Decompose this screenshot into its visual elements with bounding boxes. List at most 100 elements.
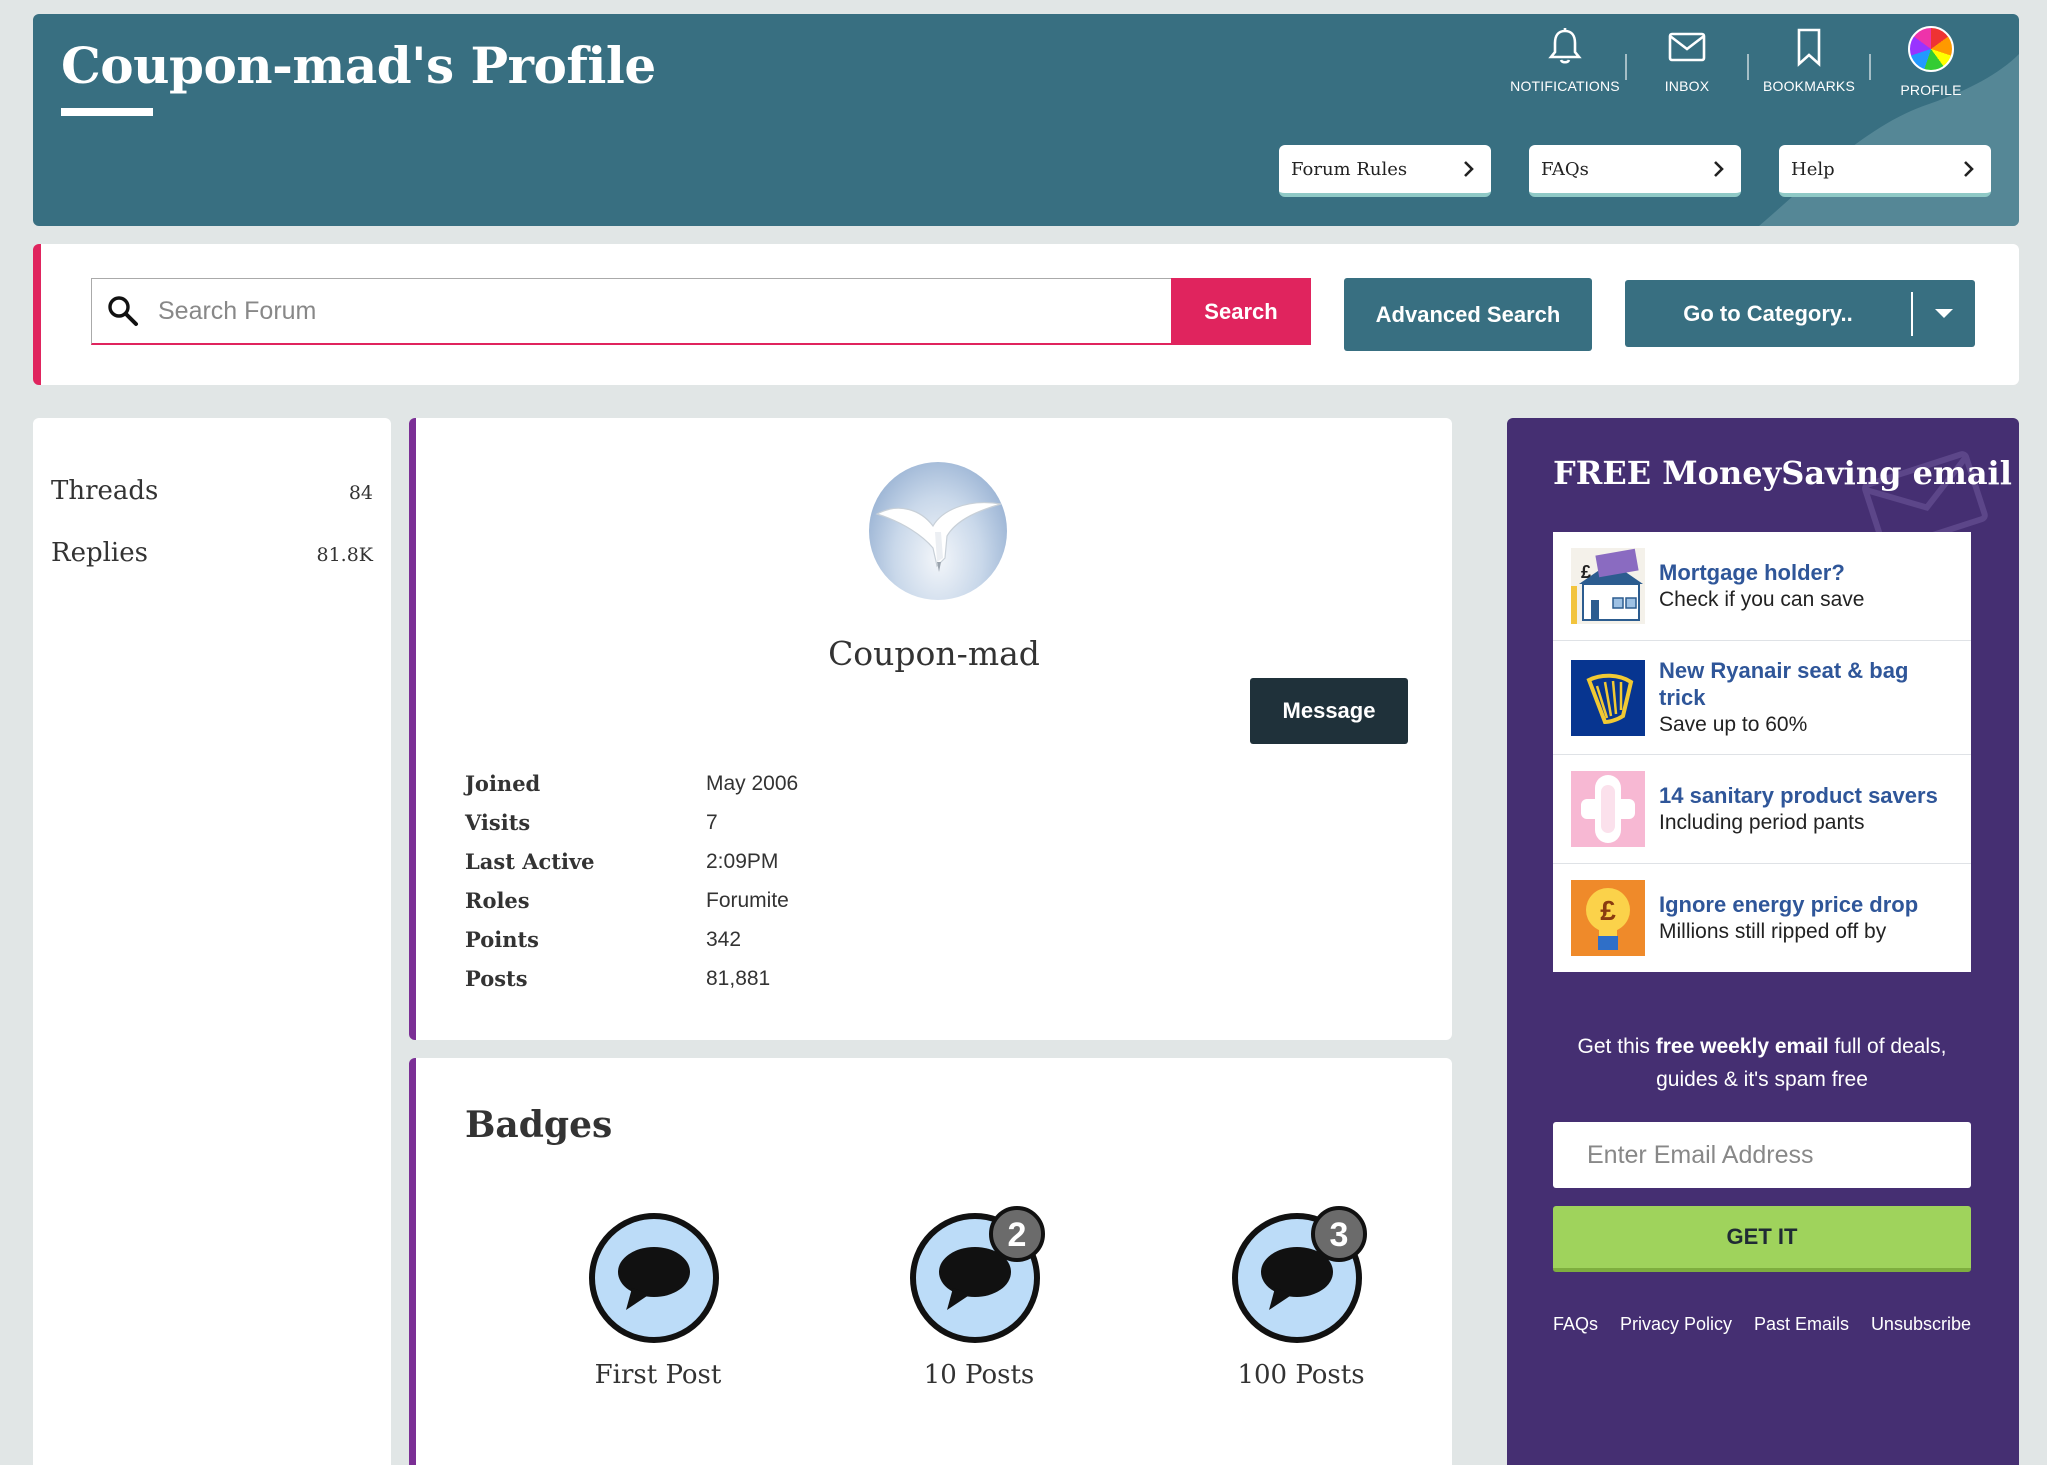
newsletter-list: £ Mortgage holder? Check if you can save… xyxy=(1553,532,1971,972)
info-row-roles: Roles Forumite xyxy=(465,881,798,920)
speech-bubble-badge-icon: 2 xyxy=(910,1206,1045,1343)
info-key: Last Active xyxy=(465,849,595,874)
message-button[interactable]: Message xyxy=(1250,678,1408,744)
newsletter-item-headline: 14 sanitary product savers xyxy=(1659,783,1938,808)
avatar xyxy=(1908,26,1954,72)
newsletter-item[interactable]: £ Mortgage holder? Check if you can save xyxy=(1553,532,1971,641)
newsletter-item-headline: Mortgage holder? xyxy=(1659,560,1845,585)
chevron-right-icon xyxy=(1464,161,1474,177)
stat-replies[interactable]: Replies 81.8K xyxy=(51,538,373,568)
newsletter-pitch: Get this free weekly email full of deals… xyxy=(1553,1030,1971,1096)
newsletter-title: FREE MoneySaving email xyxy=(1553,454,2012,492)
stat-value: 84 xyxy=(348,482,373,504)
nav-label: BOOKMARKS xyxy=(1762,78,1856,94)
user-stats-panel: Threads 84 Replies 81.8K xyxy=(33,418,391,1465)
quick-links: Forum Rules FAQs Help xyxy=(1279,145,1991,197)
envelope-icon xyxy=(1668,32,1706,62)
badge-100-posts[interactable]: 3 100 Posts xyxy=(1181,1206,1421,1390)
bell-icon xyxy=(1548,28,1582,64)
house-money-icon: £ xyxy=(1571,548,1645,624)
username: Coupon-mad xyxy=(828,634,1040,673)
badge-10-posts[interactable]: 2 10 Posts xyxy=(859,1206,1099,1390)
nav-label: PROFILE xyxy=(1900,82,1962,98)
nav-bookmarks[interactable]: BOOKMARKS xyxy=(1749,26,1869,94)
chevron-right-icon xyxy=(1964,161,1974,177)
info-value: 81,881 xyxy=(706,966,771,990)
footer-link-past-emails[interactable]: Past Emails xyxy=(1754,1314,1849,1335)
nav-label: INBOX xyxy=(1664,78,1710,94)
sanitary-pad-icon xyxy=(1571,771,1645,847)
quick-link-label: Help xyxy=(1791,158,1835,180)
info-key: Joined xyxy=(465,771,541,796)
caret-down-icon xyxy=(1913,308,1975,320)
category-label: Go to Category.. xyxy=(1683,300,1853,326)
nav-label: NOTIFICATIONS xyxy=(1510,78,1620,94)
info-value: May 2006 xyxy=(706,771,799,795)
search-panel: Search Advanced Search Go to Category.. xyxy=(33,244,2019,385)
page-title: Coupon-mad's Profile xyxy=(61,36,656,95)
info-key: Posts xyxy=(465,966,528,991)
email-field[interactable] xyxy=(1553,1122,1971,1188)
svg-text:£: £ xyxy=(1600,895,1616,926)
nav-inbox[interactable]: INBOX xyxy=(1627,26,1747,94)
user-avatar xyxy=(869,462,1007,600)
bookmark-icon xyxy=(1797,28,1821,67)
info-key: Visits xyxy=(465,810,531,835)
badges-title: Badges xyxy=(465,1104,613,1146)
quick-link-label: Forum Rules xyxy=(1291,158,1408,180)
newsletter-panel: FREE MoneySaving email £ Mortgage holder… xyxy=(1507,418,2019,1465)
search-input[interactable] xyxy=(158,296,1058,326)
badge-count: 3 xyxy=(1330,1216,1349,1254)
stat-value: 81.8K xyxy=(316,544,374,566)
footer-link-unsubscribe[interactable]: Unsubscribe xyxy=(1871,1314,1971,1335)
newsletter-item-subtext: Check if you can save xyxy=(1659,588,1865,611)
stat-label: Replies xyxy=(51,538,148,568)
newsletter-item-subtext: Save up to 60% xyxy=(1659,713,1808,736)
footer-link-faqs[interactable]: FAQs xyxy=(1553,1314,1598,1335)
ryanair-harp-icon xyxy=(1571,659,1645,736)
search-button[interactable]: Search xyxy=(1171,278,1311,345)
newsletter-item[interactable]: New Ryanair seat & bag trick Save up to … xyxy=(1553,641,1971,755)
profile-card: Coupon-mad Message Joined May 2006 Visit… xyxy=(409,418,1452,1040)
newsletter-item-headline: Ignore energy price drop xyxy=(1659,892,1919,917)
info-value: 7 xyxy=(706,810,718,834)
search-icon xyxy=(108,296,138,326)
info-value: 342 xyxy=(706,927,742,951)
info-key: Roles xyxy=(465,888,530,913)
badge-first-post[interactable]: First Post xyxy=(538,1206,778,1390)
top-nav: NOTIFICATIONS INBOX BOOKMARKS PROFILE xyxy=(1505,26,1991,98)
title-underline xyxy=(61,108,153,116)
newsletter-item[interactable]: 14 sanitary product savers Including per… xyxy=(1553,755,1971,864)
info-row-last-active: Last Active 2:09PM xyxy=(465,842,798,881)
quick-link-label: FAQs xyxy=(1541,158,1589,180)
badge-count: 2 xyxy=(1008,1216,1027,1254)
nav-notifications[interactable]: NOTIFICATIONS xyxy=(1505,26,1625,94)
badges-card: Badges First Post 2 10 Posts 3 100 Posts xyxy=(409,1058,1452,1465)
info-row-joined: Joined May 2006 xyxy=(465,764,798,803)
info-value: 2:09PM xyxy=(706,849,779,873)
stat-label: Threads xyxy=(51,476,159,506)
profile-info-table: Joined May 2006 Visits 7 Last Active 2:0… xyxy=(465,764,798,998)
advanced-search-button[interactable]: Advanced Search xyxy=(1344,278,1592,351)
info-row-points: Points 342 xyxy=(465,920,798,959)
speech-bubble-badge-icon: 3 xyxy=(1232,1206,1367,1343)
info-row-posts: Posts 81,881 xyxy=(465,959,798,998)
info-key: Points xyxy=(465,927,540,952)
seagull-image xyxy=(875,502,1002,572)
newsletter-item[interactable]: £ Ignore energy price drop Millions stil… xyxy=(1553,864,1971,972)
newsletter-item-subtext: Millions still ripped off by xyxy=(1659,920,1887,943)
newsletter-footer: FAQs Privacy Policy Past Emails Unsubscr… xyxy=(1553,1314,1971,1335)
chevron-right-icon xyxy=(1714,161,1724,177)
speech-bubble-badge-icon xyxy=(589,1213,719,1343)
stat-threads[interactable]: Threads 84 xyxy=(51,476,373,506)
help-button[interactable]: Help xyxy=(1779,145,1991,197)
badge-label: First Post xyxy=(594,1360,722,1390)
forum-rules-button[interactable]: Forum Rules xyxy=(1279,145,1491,197)
search-box xyxy=(91,278,1181,345)
badge-label: 100 Posts xyxy=(1237,1360,1365,1390)
footer-link-privacy[interactable]: Privacy Policy xyxy=(1620,1314,1732,1335)
faqs-button[interactable]: FAQs xyxy=(1529,145,1741,197)
category-dropdown[interactable]: Go to Category.. xyxy=(1625,280,1975,347)
nav-profile[interactable]: PROFILE xyxy=(1871,26,1991,98)
get-it-button[interactable]: GET IT xyxy=(1553,1206,1971,1272)
